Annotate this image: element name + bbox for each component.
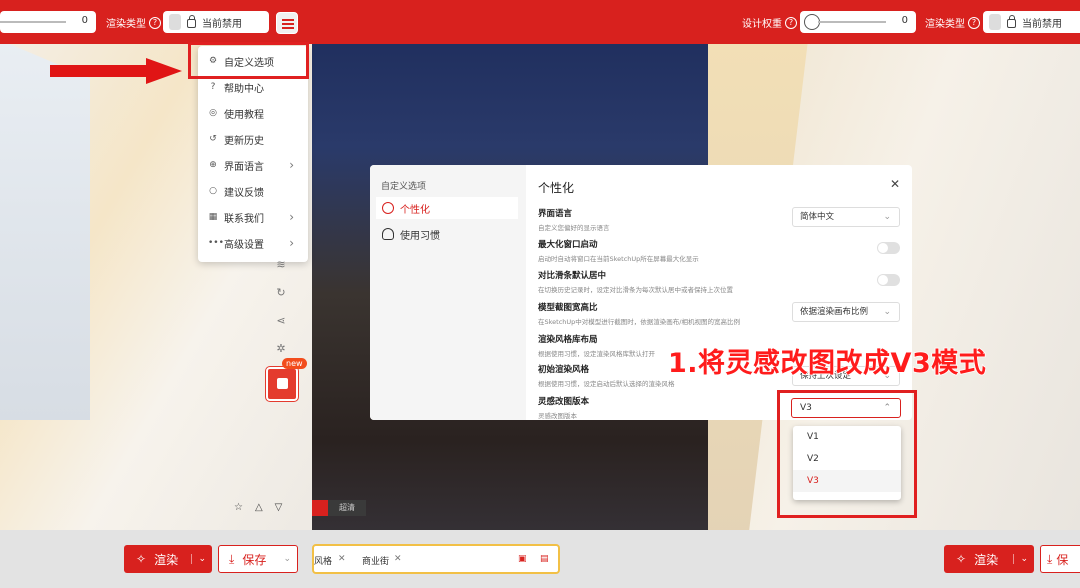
dialog-sidebar-title: 自定义选项	[381, 182, 427, 192]
custom-options-highlight	[188, 42, 309, 79]
history-icon: ↺	[209, 134, 217, 144]
close-icon[interactable]: ✕	[338, 554, 346, 564]
custom-options-dialog: 自定义选项 个性化 使用习惯 个性化 ✕ 界面语言 自定义您偏好的显示语言 简体中…	[370, 165, 912, 420]
chevron-down-icon: ⌄	[883, 212, 891, 222]
save-button-right[interactable]: ⤓ 保	[1040, 545, 1080, 573]
magic-icon: ✧	[956, 552, 967, 566]
share-icon[interactable]: ⋖	[274, 314, 288, 328]
slider-center-toggle[interactable]	[877, 274, 900, 286]
chevron-down-icon[interactable]: ⌄	[283, 554, 291, 564]
new-badge: new	[282, 358, 307, 369]
globe-icon: ⊕	[209, 160, 217, 170]
help-icon[interactable]: ?	[149, 16, 161, 29]
render-type-label-right: 渲染类型 ?	[925, 15, 980, 30]
side-toolbar: ≋ ↻ ⋖ ✲	[266, 252, 298, 401]
avatar	[989, 14, 1001, 30]
more-icon: •••	[208, 238, 224, 248]
chevron-right-icon: ›	[289, 236, 294, 250]
render-type-select[interactable]: 当前禁用	[163, 11, 269, 33]
render-button-right[interactable]: ✧ 渲染 ⌄	[944, 545, 1034, 573]
help-icon[interactable]: ?	[968, 16, 980, 29]
weight-slider[interactable]: 0	[0, 11, 96, 33]
lock-icon	[187, 15, 196, 28]
version-options: V1 V2 V3	[793, 426, 901, 500]
thumbs-up-icon[interactable]: △	[255, 502, 263, 513]
avatar	[169, 14, 181, 30]
version-select[interactable]: V3 ⌃	[791, 398, 901, 418]
menu-item-feedback[interactable]: ○ 建议反馈	[198, 178, 308, 204]
help-icon: ?	[210, 82, 216, 92]
chevron-down-icon: ⌄	[883, 307, 891, 317]
settings-icon[interactable]: ✲	[274, 342, 288, 356]
dialog-tab-habits[interactable]: 使用习惯	[376, 223, 518, 245]
aspect-ratio-select[interactable]: 依据渲染画布比例 ⌄	[792, 302, 900, 322]
grid-icon[interactable]: ▤	[540, 554, 549, 564]
language-select[interactable]: 简体中文 ⌄	[792, 207, 900, 227]
feedback-icons: ☆ △ ▽	[234, 502, 282, 513]
inspiration-tool-button[interactable]	[266, 367, 298, 401]
refresh-icon[interactable]: ↻	[274, 286, 288, 300]
download-icon: ⤓	[1047, 551, 1053, 566]
render-type-select-right[interactable]: 当前禁用	[983, 11, 1080, 33]
maximize-toggle[interactable]	[877, 242, 900, 254]
help-icon[interactable]: ?	[785, 16, 797, 29]
chevron-right-icon: ›	[289, 158, 294, 172]
save-button[interactable]: ⤓ 保存 ⌄	[218, 545, 298, 573]
chevron-down-icon[interactable]: ⌄	[191, 554, 206, 564]
chevron-right-icon: ›	[289, 210, 294, 224]
close-icon[interactable]: ✕	[890, 177, 900, 191]
design-weight-slider[interactable]: 0	[800, 11, 916, 33]
lock-icon	[1007, 15, 1016, 28]
tag-color	[312, 500, 328, 516]
menu-item-tutorial[interactable]: ◎ 使用教程	[198, 100, 308, 126]
user-icon	[382, 228, 394, 240]
render-type-label: 渲染类型 ?	[106, 15, 161, 30]
style-chip-bar[interactable]: 风格 ✕ 商业街 ✕ ▣ ▤	[312, 544, 560, 574]
close-icon[interactable]: ✕	[394, 554, 402, 564]
chevron-down-icon[interactable]: ⌄	[1013, 554, 1028, 564]
feedback-icon: ○	[209, 186, 217, 196]
image-icon[interactable]: ▣	[518, 554, 527, 564]
chevron-up-icon: ⌃	[883, 403, 891, 413]
star-icon[interactable]: ☆	[234, 502, 243, 513]
version-option-v1[interactable]: V1	[793, 426, 901, 448]
setting-slider-center: 对比滑条默认居中 在切换历史记录时，设定对比滑条为每次默认居中或者保持上次位置	[538, 271, 733, 294]
top-toolbar	[0, 0, 1080, 44]
design-weight-label: 设计权重 ?	[742, 15, 797, 30]
bulb-icon: ◎	[209, 108, 217, 118]
menu-item-update-history[interactable]: ↺ 更新历史	[198, 126, 308, 152]
menu-item-contact[interactable]: ▦ 联系我们 ›	[198, 204, 308, 230]
version-option-v3[interactable]: V3	[793, 470, 901, 492]
thumbs-down-icon[interactable]: ▽	[275, 502, 283, 513]
contact-icon: ▦	[208, 212, 218, 222]
dialog-sidebar: 自定义选项 个性化 使用习惯	[370, 165, 526, 420]
dialog-title: 个性化	[538, 181, 575, 195]
palette-icon	[382, 202, 394, 214]
magic-icon: ✧	[136, 552, 147, 566]
pointer-arrow-icon	[50, 58, 182, 84]
version-option-v2[interactable]: V2	[793, 448, 901, 470]
hamburger-menu-button[interactable]	[276, 12, 298, 34]
render-button[interactable]: ✧ 渲染 ⌄	[124, 545, 212, 573]
instruction-annotation: 1.将灵感改图改成V3模式	[667, 347, 987, 380]
layers-icon[interactable]: ≋	[274, 258, 288, 272]
menu-item-language[interactable]: ⊕ 界面语言 ›	[198, 152, 308, 178]
quality-tag[interactable]: 超清	[328, 500, 366, 516]
download-icon: ⤓	[229, 551, 235, 566]
dialog-tab-personalization[interactable]: 个性化	[376, 197, 518, 219]
setting-maximize: 最大化窗口启动 启动时自动将窗口在当前SketchUp所在屏幕最大化显示	[538, 240, 699, 263]
